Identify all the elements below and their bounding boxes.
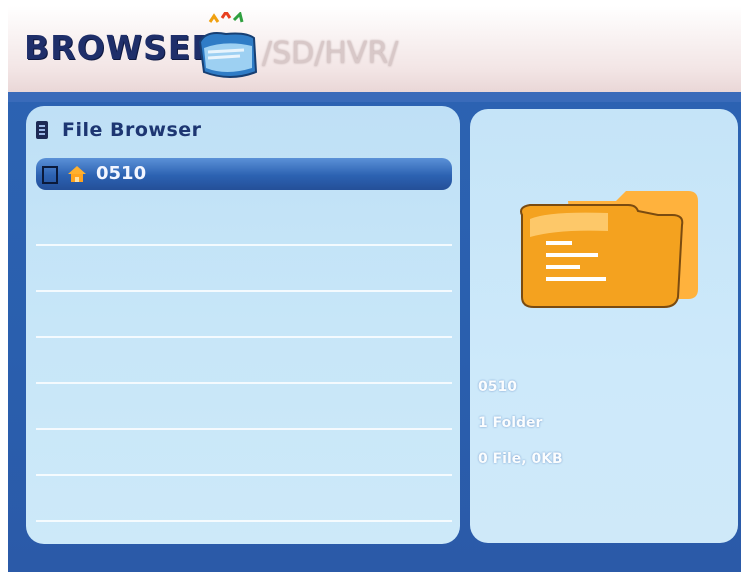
- list-item-empty: [36, 476, 452, 522]
- folder-preview-icon: [520, 191, 698, 308]
- list-item-empty: [36, 200, 452, 246]
- page-title: BROWSER: [24, 28, 218, 67]
- details-panel: 0510 1 Folder 0 File, 0KB: [470, 109, 738, 543]
- header-divider: [8, 92, 741, 102]
- folder-logo-icon: [198, 12, 258, 78]
- document-icon: [36, 121, 48, 139]
- detail-file-summary: 0 File, 0KB: [478, 451, 563, 467]
- browser-screen: BROWSER /SD/HVR/ File Browser 0510 0510 …: [8, 6, 741, 572]
- file-browser-title: File Browser: [62, 119, 202, 141]
- header-bar: BROWSER /SD/HVR/: [8, 6, 741, 94]
- select-checkbox[interactable]: [42, 166, 58, 184]
- home-folder-icon: [68, 166, 86, 182]
- current-path: /SD/HVR/: [262, 36, 399, 71]
- list-item-empty: [36, 246, 452, 292]
- list-item-empty: [36, 292, 452, 338]
- list-item-empty: [36, 430, 452, 476]
- file-list: 0510: [36, 158, 452, 522]
- list-item-empty: [36, 338, 452, 384]
- detail-folder-count: 1 Folder: [478, 415, 543, 431]
- list-item-empty: [36, 384, 452, 430]
- detail-name: 0510: [478, 379, 517, 395]
- file-list-panel: File Browser 0510: [26, 106, 460, 544]
- list-item-selected[interactable]: 0510: [36, 158, 452, 190]
- file-browser-header: File Browser: [36, 116, 202, 144]
- list-item-name: 0510: [96, 163, 147, 184]
